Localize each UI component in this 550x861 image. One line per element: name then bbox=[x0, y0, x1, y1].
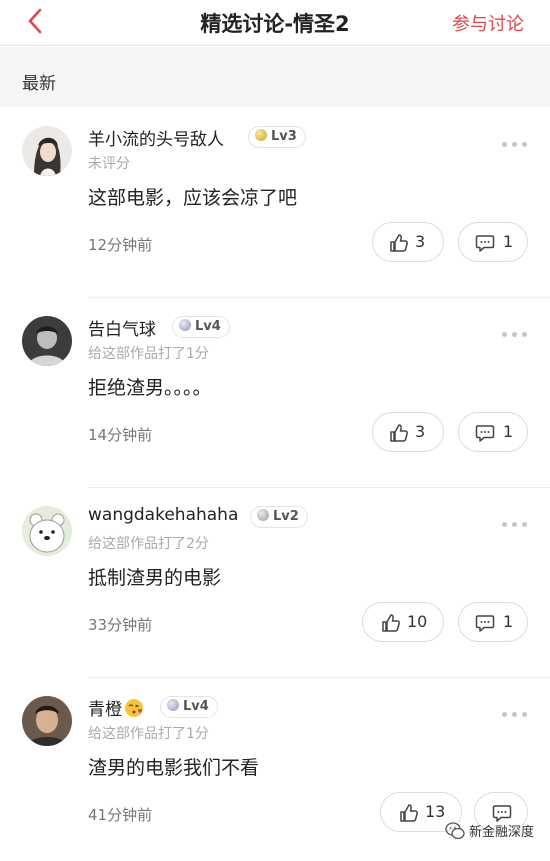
section-label-latest: 最新 bbox=[22, 74, 56, 94]
kiss-emoji-icon bbox=[125, 699, 143, 717]
section-header: 最新 bbox=[0, 47, 550, 107]
avatar[interactable] bbox=[22, 126, 72, 176]
comment-text: 拒绝渣男。。。。 bbox=[88, 377, 212, 399]
thumbs-up-icon bbox=[400, 804, 418, 822]
avatar-bw-photo-icon bbox=[22, 316, 72, 366]
level-text: Lv2 bbox=[273, 509, 299, 524]
avatar-man-photo-icon bbox=[22, 696, 72, 746]
avatar[interactable] bbox=[22, 506, 72, 556]
timestamp: 14分钟前 bbox=[88, 426, 153, 444]
thumbs-up-icon bbox=[390, 234, 408, 252]
silver-gem-icon bbox=[179, 319, 191, 331]
more-options-icon[interactable] bbox=[502, 332, 528, 338]
thumbs-up-icon bbox=[382, 614, 400, 632]
chat-bubble-icon bbox=[475, 615, 495, 632]
avatar-girl-illustration-icon bbox=[22, 126, 72, 176]
username[interactable]: wangdakehahaha bbox=[88, 505, 238, 525]
more-options-icon[interactable] bbox=[502, 142, 528, 148]
like-count: 13 bbox=[425, 802, 446, 821]
more-options-icon[interactable] bbox=[502, 712, 528, 718]
timestamp: 41分钟前 bbox=[88, 806, 153, 824]
comment-text: 渣男的电影我们不看 bbox=[88, 757, 260, 779]
comment-item: 羊小流的头号敌人 Lv3 未评分 这部电影，应该会凉了吧 12分钟前 3 1 bbox=[0, 108, 550, 298]
like-count: 3 bbox=[415, 232, 426, 251]
level-text: Lv3 bbox=[271, 129, 297, 144]
watermark-text: 新金融深度 bbox=[468, 825, 534, 840]
like-count: 3 bbox=[415, 422, 426, 441]
level-badge: Lv3 bbox=[248, 126, 306, 148]
reply-button[interactable]: 1 bbox=[458, 602, 528, 642]
level-text: Lv4 bbox=[183, 699, 209, 714]
reply-button[interactable]: 1 bbox=[458, 412, 528, 452]
level-badge: Lv4 bbox=[172, 316, 230, 338]
chat-bubble-icon bbox=[492, 805, 512, 822]
like-count: 10 bbox=[407, 612, 428, 631]
like-button[interactable]: 3 bbox=[372, 222, 444, 262]
username[interactable]: 告白气球 bbox=[88, 315, 156, 340]
avatar[interactable] bbox=[22, 316, 72, 366]
reply-button[interactable]: 1 bbox=[458, 222, 528, 262]
chat-bubble-icon bbox=[475, 425, 495, 442]
comment-item: 告白气球 Lv4 给这部作品打了1分 拒绝渣男。。。。 14分钟前 3 1 bbox=[0, 298, 550, 488]
like-button[interactable]: 3 bbox=[372, 412, 444, 452]
comment-text: 抵制渣男的电影 bbox=[88, 567, 222, 589]
more-options-icon[interactable] bbox=[502, 522, 528, 528]
reply-count: 1 bbox=[503, 232, 514, 251]
reply-count: 1 bbox=[503, 422, 514, 441]
avatar-white-bear-icon bbox=[22, 506, 72, 556]
like-button[interactable]: 10 bbox=[362, 602, 444, 642]
avatar[interactable] bbox=[22, 696, 72, 746]
join-discussion-button[interactable]: 参与讨论 bbox=[452, 10, 524, 36]
back-arrow-icon[interactable] bbox=[22, 6, 52, 36]
level-badge: Lv2 bbox=[250, 506, 308, 528]
wechat-icon bbox=[445, 822, 465, 840]
rating-text: 未评分 bbox=[88, 156, 130, 172]
rating-text: 给这部作品打了1分 bbox=[88, 726, 209, 742]
comment-item: wangdakehahaha Lv2 给这部作品打了2分 抵制渣男的电影 33分… bbox=[0, 488, 550, 678]
thumbs-up-icon bbox=[390, 424, 408, 442]
username[interactable]: 羊小流的头号敌人 bbox=[88, 125, 224, 150]
gold-gem-icon bbox=[255, 129, 267, 141]
level-badge: Lv4 bbox=[160, 696, 218, 718]
comment-text: 这部电影，应该会凉了吧 bbox=[88, 187, 298, 209]
chat-bubble-icon bbox=[475, 235, 495, 252]
silver-gem-icon bbox=[167, 699, 179, 711]
rating-text: 给这部作品打了2分 bbox=[88, 536, 209, 552]
username-text: 青橙 bbox=[88, 700, 122, 720]
watermark: 新金融深度 bbox=[445, 821, 534, 847]
reply-count: 1 bbox=[503, 612, 514, 631]
nav-bar: 精选讨论-情圣2 参与讨论 bbox=[0, 0, 550, 46]
level-text: Lv4 bbox=[195, 319, 221, 334]
timestamp: 33分钟前 bbox=[88, 616, 153, 634]
timestamp: 12分钟前 bbox=[88, 236, 153, 254]
username[interactable]: 青橙 bbox=[88, 695, 144, 720]
rating-text: 给这部作品打了1分 bbox=[88, 346, 209, 362]
gray-gem-icon bbox=[257, 509, 269, 521]
